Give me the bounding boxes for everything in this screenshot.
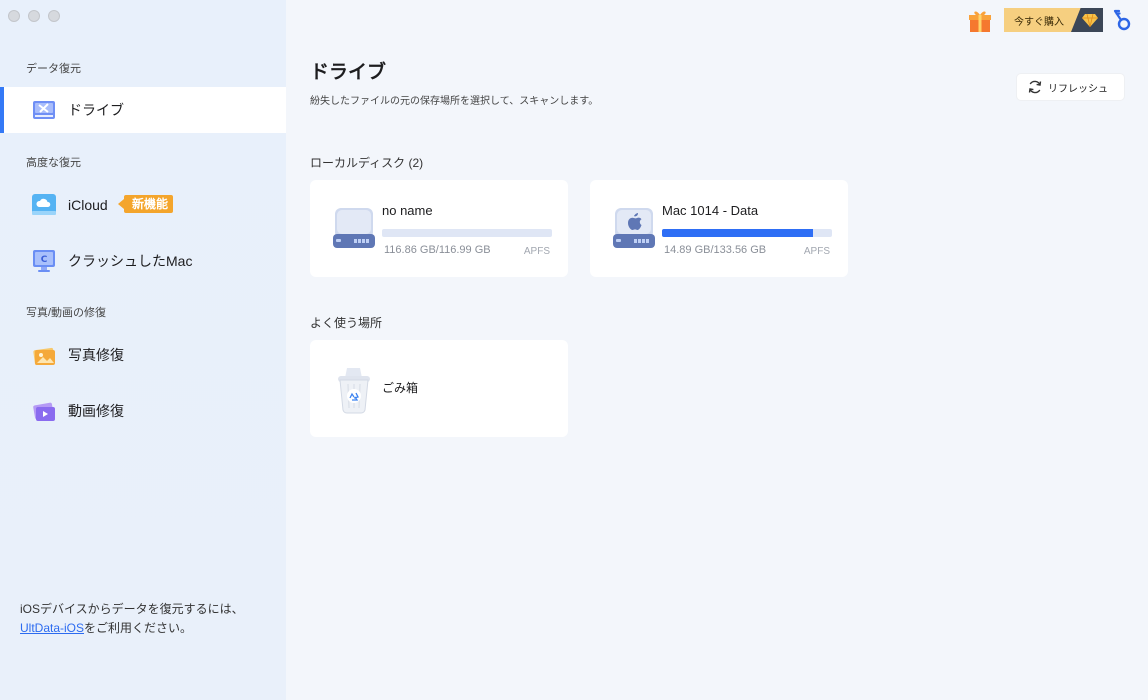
crashed-mac-icon: C (33, 250, 55, 272)
section-label-photo-video-repair: 写真/動画の修復 (26, 307, 107, 319)
sidebar-item-label: 写真修復 (68, 347, 124, 363)
sidebar-item-video-repair[interactable]: 動画修復 (0, 388, 286, 434)
buy-now-button[interactable]: 今すぐ購入 (1004, 8, 1103, 32)
diamond-icon (1082, 13, 1098, 27)
disk-card[interactable]: Mac 1014 - Data 14.89 GB/133.56 GB APFS (590, 180, 848, 277)
sidebar-item-drive[interactable]: ドライブ (0, 87, 286, 133)
video-repair-icon (33, 402, 55, 421)
svg-text:C: C (41, 255, 48, 265)
icloud-icon (32, 194, 56, 215)
refresh-button[interactable]: リフレッシュ (1017, 74, 1124, 100)
gift-icon[interactable] (967, 8, 993, 34)
disk-usage-bar (382, 229, 552, 237)
sidebar-item-crashed-mac[interactable]: C クラッシュしたMac (0, 238, 286, 284)
disk-size: 14.89 GB/133.56 GB (664, 244, 767, 256)
mac-hard-drive-icon (613, 208, 655, 248)
drive-tools-icon (33, 101, 55, 119)
disk-usage-bar (662, 229, 832, 237)
ios-hint-line2: をご利用ください。 (84, 621, 193, 635)
disk-filesystem: APFS (803, 246, 830, 257)
sidebar-item-label: クラッシュしたMac (68, 253, 193, 269)
disk-filesystem: APFS (523, 246, 550, 257)
zoom-window-button[interactable] (48, 10, 60, 22)
close-window-button[interactable] (8, 10, 20, 22)
app-window: データ復元 ドライブ 高度な復元 iCloud 新機能 C クラッシュしたMac… (0, 0, 1148, 700)
ultdata-ios-link[interactable]: UltData-iOS (20, 621, 84, 635)
key-icon[interactable] (1112, 9, 1132, 31)
disk-name: no name (382, 203, 433, 218)
sidebar-item-icloud[interactable]: iCloud 新機能 (0, 182, 286, 228)
hard-drive-icon (333, 208, 375, 248)
trash-icon (338, 368, 370, 414)
section-label-advanced-recovery: 高度な復元 (26, 157, 81, 169)
page-subtitle: 紛失したファイルの元の保存場所を選択して、スキャンします。 (310, 96, 599, 107)
ios-hint-line1: iOSデバイスからデータを復元するには、 (20, 602, 244, 616)
sidebar: データ復元 ドライブ 高度な復元 iCloud 新機能 C クラッシュしたMac… (0, 0, 286, 700)
local-disks-title: ローカルディスク (2) (310, 156, 424, 170)
sidebar-item-label: iCloud (68, 197, 108, 213)
window-controls (8, 10, 60, 22)
new-feature-badge: 新機能 (117, 195, 174, 213)
disk-name: Mac 1014 - Data (662, 203, 759, 218)
favorites-title: よく使う場所 (310, 316, 383, 330)
section-label-data-recovery: データ復元 (26, 63, 81, 75)
disk-usage-fill (662, 229, 814, 237)
photo-repair-icon (33, 347, 55, 366)
disk-size: 116.86 GB/116.99 GB (384, 244, 491, 256)
sidebar-item-photo-repair[interactable]: 写真修復 (0, 332, 286, 378)
refresh-icon (1028, 80, 1042, 94)
page-title: ドライブ (310, 62, 387, 83)
main-panel: 今すぐ購入 ドライブ 紛失したファイルの元の保存場所を選択して、スキャンします。… (286, 0, 1148, 700)
buy-now-label: 今すぐ購入 (1014, 16, 1064, 28)
trash-label: ごみ箱 (382, 381, 419, 395)
trash-card[interactable]: ごみ箱 (310, 340, 568, 437)
sidebar-item-label: 動画修復 (68, 403, 124, 419)
disk-card[interactable]: no name 116.86 GB/116.99 GB APFS (310, 180, 568, 277)
sidebar-item-label: ドライブ (68, 102, 124, 118)
minimize-window-button[interactable] (28, 10, 40, 22)
diamond-badge (1071, 8, 1103, 32)
refresh-label: リフレッシュ (1048, 83, 1108, 95)
ios-hint: iOSデバイスからデータを復元するには、 UltData-iOSをご利用ください… (20, 600, 270, 638)
